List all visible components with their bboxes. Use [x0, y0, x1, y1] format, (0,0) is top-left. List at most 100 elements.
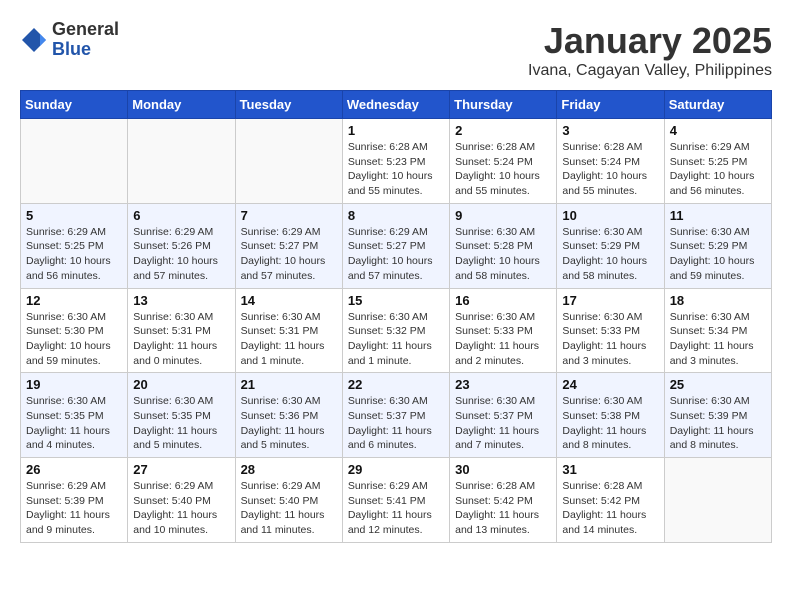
- calendar-cell: 21Sunrise: 6:30 AM Sunset: 5:36 PM Dayli…: [235, 373, 342, 458]
- calendar-week-row: 19 Sunrise: 6:30 AM Sunset: 5:35 PM Dayli…: [21, 373, 772, 458]
- day-info: Sunrise: 6:29 AM Sunset: 5:40 PM Dayligh…: [241, 479, 337, 538]
- calendar-cell: 11Sunrise: 6:30 AM Sunset: 5:29 PM Dayli…: [664, 203, 771, 288]
- day-number: 16: [455, 293, 551, 308]
- calendar-cell: 16 Sunrise: 6:30 AM Sunset: 5:33 PM Dayli…: [450, 288, 557, 373]
- day-info: Sunrise: 6:28 AM Sunset: 5:42 PM Dayligh…: [455, 479, 551, 538]
- calendar-week-row: 12 Sunrise: 6:30 AM Sunset: 5:30 PM Dayli…: [21, 288, 772, 373]
- calendar-week-row: 5Sunrise: 6:29 AM Sunset: 5:25 PM Daylig…: [21, 203, 772, 288]
- day-info: Sunrise: 6:30 AM Sunset: 5:31 PM Dayligh…: [241, 310, 337, 369]
- day-info: Sunrise: 6:28 AM Sunset: 5:24 PM Dayligh…: [562, 140, 658, 199]
- day-info: Sunrise: 6:30 AM Sunset: 5:37 PM Dayligh…: [348, 394, 444, 453]
- day-number: 6: [133, 208, 229, 223]
- day-number: 19: [26, 377, 122, 392]
- day-number: 4: [670, 123, 766, 138]
- calendar-cell: 4 Sunrise: 6:29 AM Sunset: 5:25 PM Daylig…: [664, 119, 771, 204]
- day-number: 9: [455, 208, 551, 223]
- day-info: Sunrise: 6:30 AM Sunset: 5:35 PM Dayligh…: [26, 394, 122, 453]
- calendar-cell: [664, 458, 771, 543]
- calendar-cell: 24 Sunrise: 6:30 AM Sunset: 5:38 PM Dayli…: [557, 373, 664, 458]
- day-number: 18: [670, 293, 766, 308]
- calendar-cell: 2 Sunrise: 6:28 AM Sunset: 5:24 PM Daylig…: [450, 119, 557, 204]
- logo-text: General Blue: [52, 20, 119, 60]
- day-number: 14: [241, 293, 337, 308]
- day-info: Sunrise: 6:30 AM Sunset: 5:33 PM Dayligh…: [562, 310, 658, 369]
- day-number: 27: [133, 462, 229, 477]
- logo-icon: [20, 26, 48, 54]
- day-of-week-header: Friday: [557, 91, 664, 119]
- day-number: 15: [348, 293, 444, 308]
- day-info: Sunrise: 6:30 AM Sunset: 5:34 PM Dayligh…: [670, 310, 766, 369]
- day-info: Sunrise: 6:29 AM Sunset: 5:27 PM Dayligh…: [241, 225, 337, 284]
- calendar-cell: 6 Sunrise: 6:29 AM Sunset: 5:26 PM Daylig…: [128, 203, 235, 288]
- calendar-table: SundayMondayTuesdayWednesdayThursdayFrid…: [20, 90, 772, 543]
- day-number: 8: [348, 208, 444, 223]
- calendar-cell: 3 Sunrise: 6:28 AM Sunset: 5:24 PM Daylig…: [557, 119, 664, 204]
- calendar-cell: 9 Sunrise: 6:30 AM Sunset: 5:28 PM Daylig…: [450, 203, 557, 288]
- calendar-cell: [235, 119, 342, 204]
- calendar-cell: 25 Sunrise: 6:30 AM Sunset: 5:39 PM Dayli…: [664, 373, 771, 458]
- day-of-week-header: Monday: [128, 91, 235, 119]
- day-number: 10: [562, 208, 658, 223]
- day-info: Sunrise: 6:30 AM Sunset: 5:37 PM Dayligh…: [455, 394, 551, 453]
- day-of-week-header: Saturday: [664, 91, 771, 119]
- day-info: Sunrise: 6:30 AM Sunset: 5:31 PM Dayligh…: [133, 310, 229, 369]
- day-info: Sunrise: 6:30 AM Sunset: 5:39 PM Dayligh…: [670, 394, 766, 453]
- calendar-cell: 27 Sunrise: 6:29 AM Sunset: 5:40 PM Dayli…: [128, 458, 235, 543]
- day-info: Sunrise: 6:30 AM Sunset: 5:32 PM Dayligh…: [348, 310, 444, 369]
- day-number: 7: [241, 208, 337, 223]
- page-header: General Blue January 2025 Ivana, Cagayan…: [20, 20, 772, 80]
- day-number: 30: [455, 462, 551, 477]
- day-number: 12: [26, 293, 122, 308]
- day-info: Sunrise: 6:30 AM Sunset: 5:38 PM Dayligh…: [562, 394, 658, 453]
- day-number: 28: [241, 462, 337, 477]
- logo-blue: Blue: [52, 39, 91, 59]
- logo-general: General: [52, 19, 119, 39]
- day-number: 20: [133, 377, 229, 392]
- day-number: 17: [562, 293, 658, 308]
- logo: General Blue: [20, 20, 119, 60]
- day-info: Sunrise: 6:29 AM Sunset: 5:26 PM Dayligh…: [133, 225, 229, 284]
- day-number: 11: [670, 208, 766, 223]
- calendar-cell: 29 Sunrise: 6:29 AM Sunset: 5:41 PM Dayli…: [342, 458, 449, 543]
- day-info: Sunrise: 6:29 AM Sunset: 5:41 PM Dayligh…: [348, 479, 444, 538]
- calendar-cell: 28 Sunrise: 6:29 AM Sunset: 5:40 PM Dayli…: [235, 458, 342, 543]
- day-info: Sunrise: 6:30 AM Sunset: 5:30 PM Dayligh…: [26, 310, 122, 369]
- day-number: 21: [241, 377, 337, 392]
- day-info: Sunrise: 6:29 AM Sunset: 5:39 PM Dayligh…: [26, 479, 122, 538]
- day-info: Sunrise: 6:30 AM Sunset: 5:35 PM Dayligh…: [133, 394, 229, 453]
- day-of-week-header: Wednesday: [342, 91, 449, 119]
- day-number: 2: [455, 123, 551, 138]
- day-number: 31: [562, 462, 658, 477]
- day-number: 29: [348, 462, 444, 477]
- day-info: Sunrise: 6:30 AM Sunset: 5:28 PM Dayligh…: [455, 225, 551, 284]
- day-info: Sunrise: 6:30 AM Sunset: 5:33 PM Dayligh…: [455, 310, 551, 369]
- day-number: 3: [562, 123, 658, 138]
- header-row: SundayMondayTuesdayWednesdayThursdayFrid…: [21, 91, 772, 119]
- day-info: Sunrise: 6:28 AM Sunset: 5:24 PM Dayligh…: [455, 140, 551, 199]
- calendar-cell: 18 Sunrise: 6:30 AM Sunset: 5:34 PM Dayli…: [664, 288, 771, 373]
- calendar-cell: [128, 119, 235, 204]
- day-number: 1: [348, 123, 444, 138]
- calendar-cell: 7 Sunrise: 6:29 AM Sunset: 5:27 PM Daylig…: [235, 203, 342, 288]
- calendar-cell: [21, 119, 128, 204]
- day-info: Sunrise: 6:29 AM Sunset: 5:40 PM Dayligh…: [133, 479, 229, 538]
- day-of-week-header: Tuesday: [235, 91, 342, 119]
- calendar-cell: 20 Sunrise: 6:30 AM Sunset: 5:35 PM Dayli…: [128, 373, 235, 458]
- calendar-cell: 1 Sunrise: 6:28 AM Sunset: 5:23 PM Daylig…: [342, 119, 449, 204]
- day-of-week-header: Sunday: [21, 91, 128, 119]
- day-info: Sunrise: 6:29 AM Sunset: 5:25 PM Dayligh…: [670, 140, 766, 199]
- day-number: 24: [562, 377, 658, 392]
- day-number: 25: [670, 377, 766, 392]
- calendar-cell: 31 Sunrise: 6:28 AM Sunset: 5:42 PM Dayli…: [557, 458, 664, 543]
- calendar-cell: 17 Sunrise: 6:30 AM Sunset: 5:33 PM Dayli…: [557, 288, 664, 373]
- day-number: 13: [133, 293, 229, 308]
- calendar-cell: 12 Sunrise: 6:30 AM Sunset: 5:30 PM Dayli…: [21, 288, 128, 373]
- calendar-cell: 26Sunrise: 6:29 AM Sunset: 5:39 PM Dayli…: [21, 458, 128, 543]
- calendar-title: January 2025: [528, 20, 772, 62]
- calendar-cell: 10Sunrise: 6:30 AM Sunset: 5:29 PM Dayli…: [557, 203, 664, 288]
- calendar-cell: 23Sunrise: 6:30 AM Sunset: 5:37 PM Dayli…: [450, 373, 557, 458]
- day-info: Sunrise: 6:28 AM Sunset: 5:42 PM Dayligh…: [562, 479, 658, 538]
- calendar-cell: 19 Sunrise: 6:30 AM Sunset: 5:35 PM Dayli…: [21, 373, 128, 458]
- day-info: Sunrise: 6:28 AM Sunset: 5:23 PM Dayligh…: [348, 140, 444, 199]
- calendar-cell: 5Sunrise: 6:29 AM Sunset: 5:25 PM Daylig…: [21, 203, 128, 288]
